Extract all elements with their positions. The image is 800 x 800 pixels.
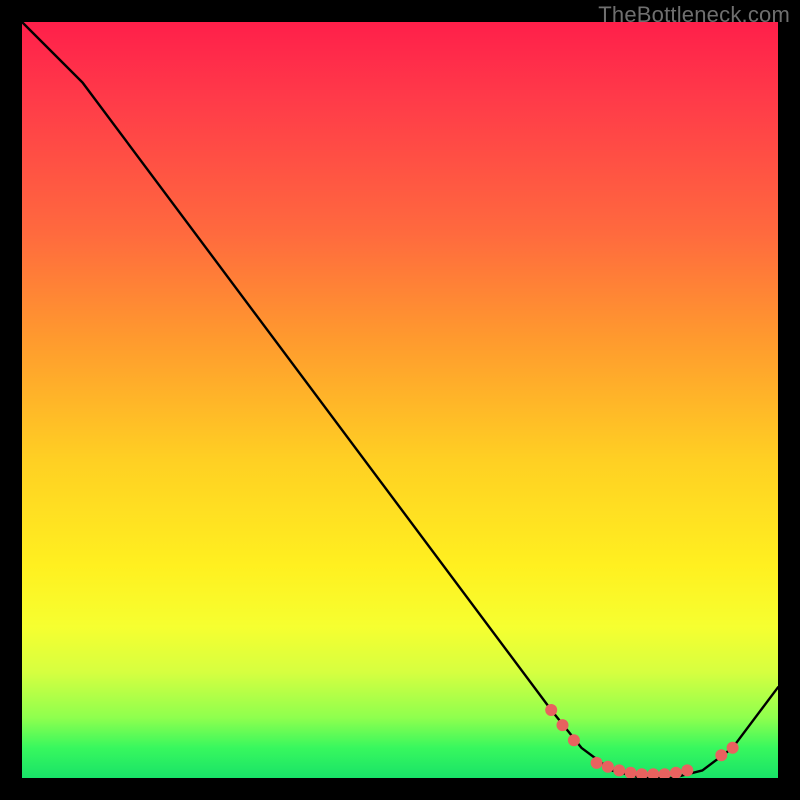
marker-dot [625, 767, 637, 778]
marker-dot [681, 764, 693, 776]
marker-dot [591, 757, 603, 769]
marker-dot [545, 704, 557, 716]
marker-dot [715, 749, 727, 761]
plot-area [22, 22, 778, 778]
chart-stage: TheBottleneck.com [0, 0, 800, 800]
marker-dot [727, 742, 739, 754]
marker-dot [568, 734, 580, 746]
marker-dot [670, 767, 682, 778]
marker-dot [557, 719, 569, 731]
chart-svg [22, 22, 778, 778]
marker-dot [636, 768, 648, 778]
curve-line [22, 22, 778, 778]
marker-dot [613, 764, 625, 776]
highlight-markers [545, 704, 738, 778]
marker-dot [647, 768, 659, 778]
marker-dot [659, 768, 671, 778]
marker-dot [602, 761, 614, 773]
